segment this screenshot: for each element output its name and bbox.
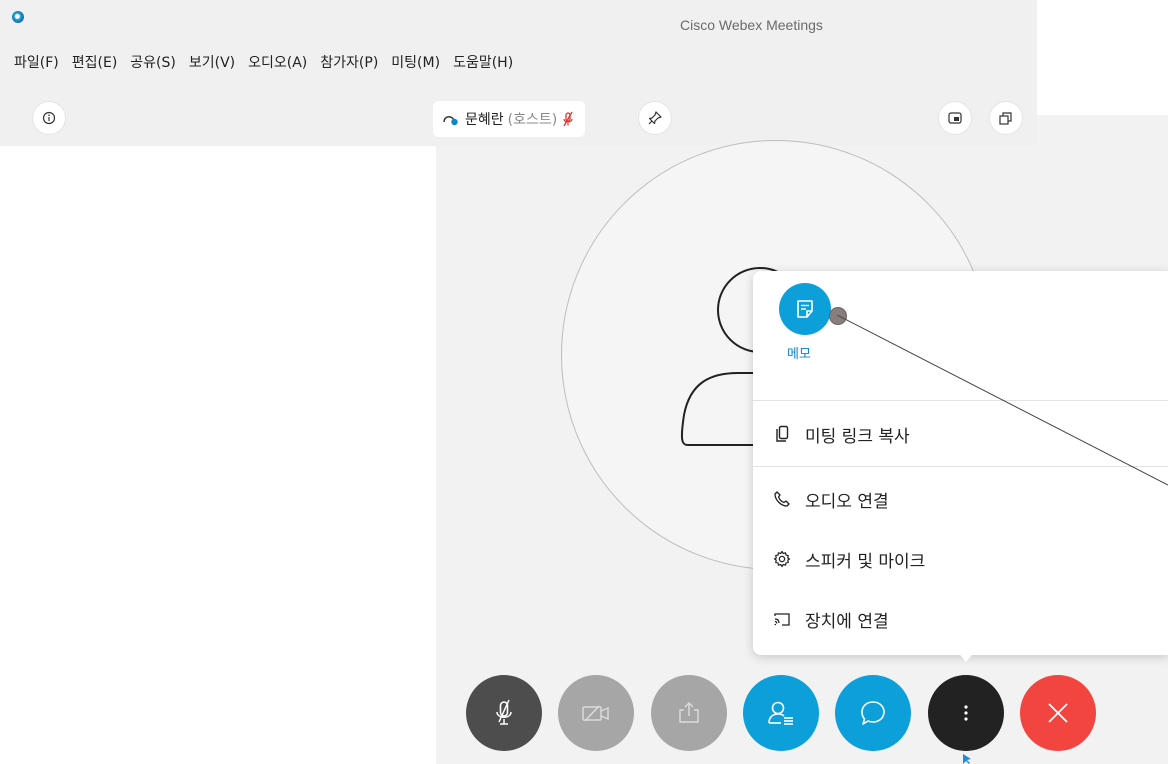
- mic-off-icon: [496, 699, 512, 725]
- memo-button[interactable]: 메모: [779, 283, 839, 362]
- menu-share[interactable]: 공유(S): [130, 52, 176, 72]
- note-icon: [797, 300, 813, 318]
- memo-icon-circle: [779, 283, 831, 335]
- mic-muted-icon: [563, 111, 573, 127]
- video-off-icon: [582, 705, 609, 722]
- participants-button[interactable]: [743, 675, 819, 751]
- webex-logo-icon: [12, 11, 24, 23]
- picture-in-picture-icon: [948, 112, 962, 124]
- close-icon: [1048, 703, 1068, 723]
- cursor-arrow-icon: [963, 754, 971, 764]
- video-button[interactable]: [558, 675, 634, 751]
- connect-device-label: 장치에 연결: [805, 611, 889, 632]
- menu-edit[interactable]: 편집(E): [72, 52, 118, 72]
- mini-view-button[interactable]: [938, 101, 972, 135]
- menu-file[interactable]: 파일(F): [14, 52, 59, 72]
- mute-button[interactable]: [466, 675, 542, 751]
- speaker-mic-settings-item[interactable]: 스피커 및 마이크: [773, 545, 925, 573]
- pin-icon: [648, 111, 662, 125]
- layout-button[interactable]: [989, 101, 1023, 135]
- layout-icon: [999, 112, 1012, 125]
- chat-icon: [861, 701, 885, 725]
- chat-button[interactable]: [835, 675, 911, 751]
- info-icon: [42, 111, 56, 125]
- memo-label: 메모: [787, 347, 811, 362]
- menu-view[interactable]: 보기(V): [189, 52, 235, 72]
- menu-bar: 파일(F) 편집(E) 공유(S) 보기(V) 오디오(A) 참가자(P) 미팅…: [14, 52, 513, 72]
- cast-icon: [773, 610, 791, 628]
- share-button[interactable]: [651, 675, 727, 751]
- menu-audio[interactable]: 오디오(A): [248, 52, 307, 72]
- more-button[interactable]: [928, 675, 1004, 751]
- menu-pointer: [956, 650, 976, 662]
- pin-button[interactable]: [638, 101, 672, 135]
- menu-participants[interactable]: 참가자(P): [320, 52, 378, 72]
- leave-button[interactable]: [1020, 675, 1096, 751]
- gear-icon: [773, 550, 791, 568]
- more-icon: [964, 705, 968, 721]
- participants-icon: [768, 701, 793, 725]
- share-icon: [679, 702, 699, 723]
- meeting-info-button[interactable]: [32, 101, 66, 135]
- copy-icon: [773, 425, 791, 443]
- pointer-line: [837, 315, 1168, 486]
- menu-meeting[interactable]: 미팅(M): [391, 52, 440, 72]
- host-name-chip[interactable]: 문혜란 (호스트): [433, 101, 586, 137]
- window-title: Cisco Webex Meetings: [680, 17, 823, 33]
- phone-icon: [773, 490, 791, 508]
- host-role: (호스트): [507, 112, 558, 128]
- headset-icon: [443, 116, 458, 126]
- menu-help[interactable]: 도움말(H): [453, 52, 513, 72]
- connect-device-item[interactable]: 장치에 연결: [773, 605, 889, 633]
- speaker-mic-label: 스피커 및 마이크: [805, 551, 926, 572]
- host-name: 문혜란: [465, 112, 504, 128]
